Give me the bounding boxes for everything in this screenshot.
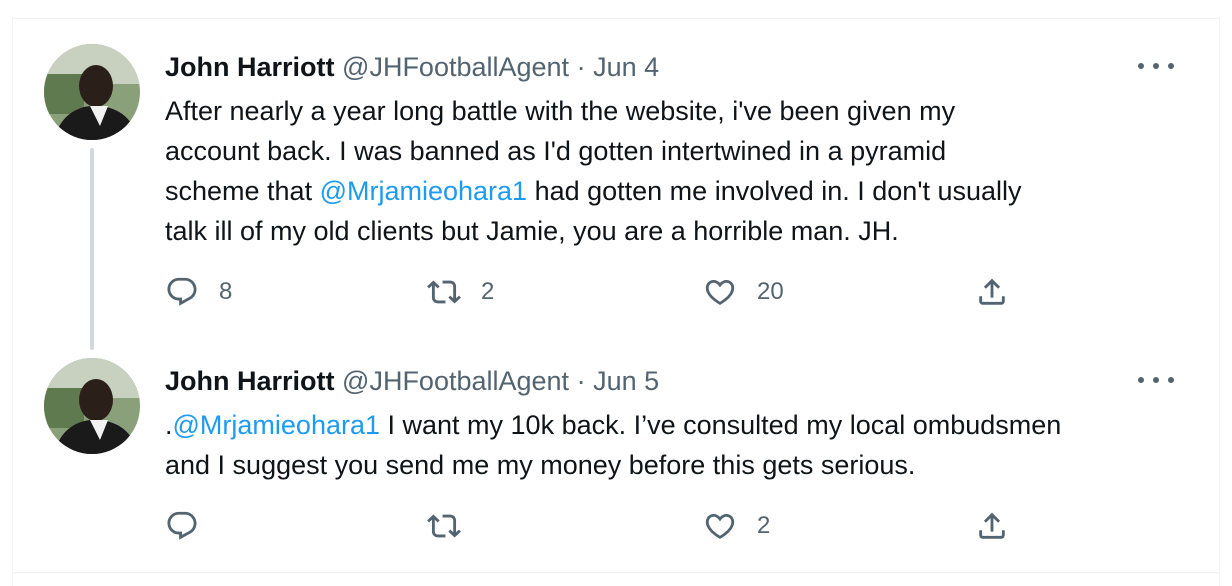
retweet-button[interactable] bbox=[427, 508, 481, 544]
avatar[interactable] bbox=[44, 358, 140, 454]
mention-link[interactable]: @Mrjamieohara1 bbox=[173, 410, 380, 440]
like-count: 20 bbox=[757, 278, 784, 305]
author-handle[interactable]: @JHFootballAgent bbox=[342, 366, 569, 396]
tweet-actions: 8 2 20 bbox=[165, 274, 1065, 310]
frame-border-top bbox=[12, 18, 1220, 19]
retweet-icon bbox=[427, 280, 461, 304]
thread-connector-line bbox=[90, 148, 94, 350]
tweet-text-run: account back. I was banned as I'd gotten… bbox=[165, 136, 947, 166]
mention-link[interactable]: @Mrjamieohara1 bbox=[320, 176, 527, 206]
like-button[interactable]: 20 bbox=[703, 274, 784, 310]
tweet-text-line: After nearly a year long battle with the… bbox=[165, 91, 1185, 131]
reply-button[interactable] bbox=[165, 508, 219, 544]
avatar-image bbox=[44, 358, 140, 454]
tweet-text-run: scheme that bbox=[165, 176, 320, 206]
frame-border-right bbox=[1219, 18, 1220, 586]
tweet-date[interactable]: Jun 5 bbox=[593, 366, 659, 396]
separator-dot: · bbox=[576, 366, 586, 396]
more-icon[interactable] bbox=[1138, 58, 1174, 74]
author-handle[interactable]: @JHFootballAgent bbox=[342, 52, 569, 82]
frame-border-bottom bbox=[12, 572, 1220, 573]
frame-border-left bbox=[12, 18, 13, 586]
tweet-text: .@Mrjamieohara1 I want my 10k back. I’ve… bbox=[165, 405, 1185, 485]
share-button[interactable] bbox=[975, 274, 1009, 310]
heart-icon bbox=[705, 279, 735, 305]
retweet-count: 2 bbox=[481, 278, 495, 305]
like-count: 2 bbox=[757, 512, 771, 539]
tweet-actions: 2 bbox=[165, 508, 1065, 544]
avatar[interactable] bbox=[44, 44, 140, 140]
tweet-text-line: .@Mrjamieohara1 I want my 10k back. I’ve… bbox=[165, 405, 1185, 445]
tweet-header: John Harriott @JHFootballAgent · Jun 4 bbox=[165, 50, 659, 84]
tweet-text-run: had gotten me involved in. I don't usual… bbox=[527, 176, 1022, 206]
retweet-button[interactable]: 2 bbox=[427, 274, 494, 310]
tweet-text-run: and I suggest you send me my money befor… bbox=[165, 450, 916, 480]
tweet-text-line: and I suggest you send me my money befor… bbox=[165, 445, 1185, 485]
tweet-text: After nearly a year long battle with the… bbox=[165, 91, 1185, 251]
tweet-date[interactable]: Jun 4 bbox=[593, 52, 659, 82]
like-button[interactable]: 2 bbox=[703, 508, 770, 544]
author-name[interactable]: John Harriott bbox=[165, 366, 335, 396]
tweet-text-run: After nearly a year long battle with the… bbox=[165, 96, 956, 126]
tweet-header: John Harriott @JHFootballAgent · Jun 5 bbox=[165, 364, 659, 398]
retweet-icon bbox=[427, 514, 461, 538]
reply-count: 8 bbox=[219, 278, 233, 305]
avatar-image bbox=[44, 44, 140, 140]
reply-icon bbox=[167, 511, 197, 540]
tweet-text-line: scheme that @Mrjamieohara1 had gotten me… bbox=[165, 171, 1185, 211]
share-icon bbox=[979, 278, 1005, 305]
reply-button[interactable]: 8 bbox=[165, 274, 232, 310]
separator-dot: · bbox=[576, 52, 586, 82]
share-icon bbox=[979, 512, 1005, 539]
tweet-text-run: . bbox=[165, 410, 173, 440]
heart-icon bbox=[705, 513, 735, 539]
tweet-text-line: talk ill of my old clients but Jamie, yo… bbox=[165, 211, 1185, 251]
more-icon[interactable] bbox=[1138, 372, 1174, 388]
tweet-text-run: I want my 10k back. I’ve consulted my lo… bbox=[380, 410, 1062, 440]
tweet-text-line: account back. I was banned as I'd gotten… bbox=[165, 131, 1185, 171]
share-button[interactable] bbox=[975, 508, 1009, 544]
author-name[interactable]: John Harriott bbox=[165, 52, 335, 82]
reply-icon bbox=[167, 277, 197, 306]
tweet-text-run: talk ill of my old clients but Jamie, yo… bbox=[165, 216, 899, 246]
